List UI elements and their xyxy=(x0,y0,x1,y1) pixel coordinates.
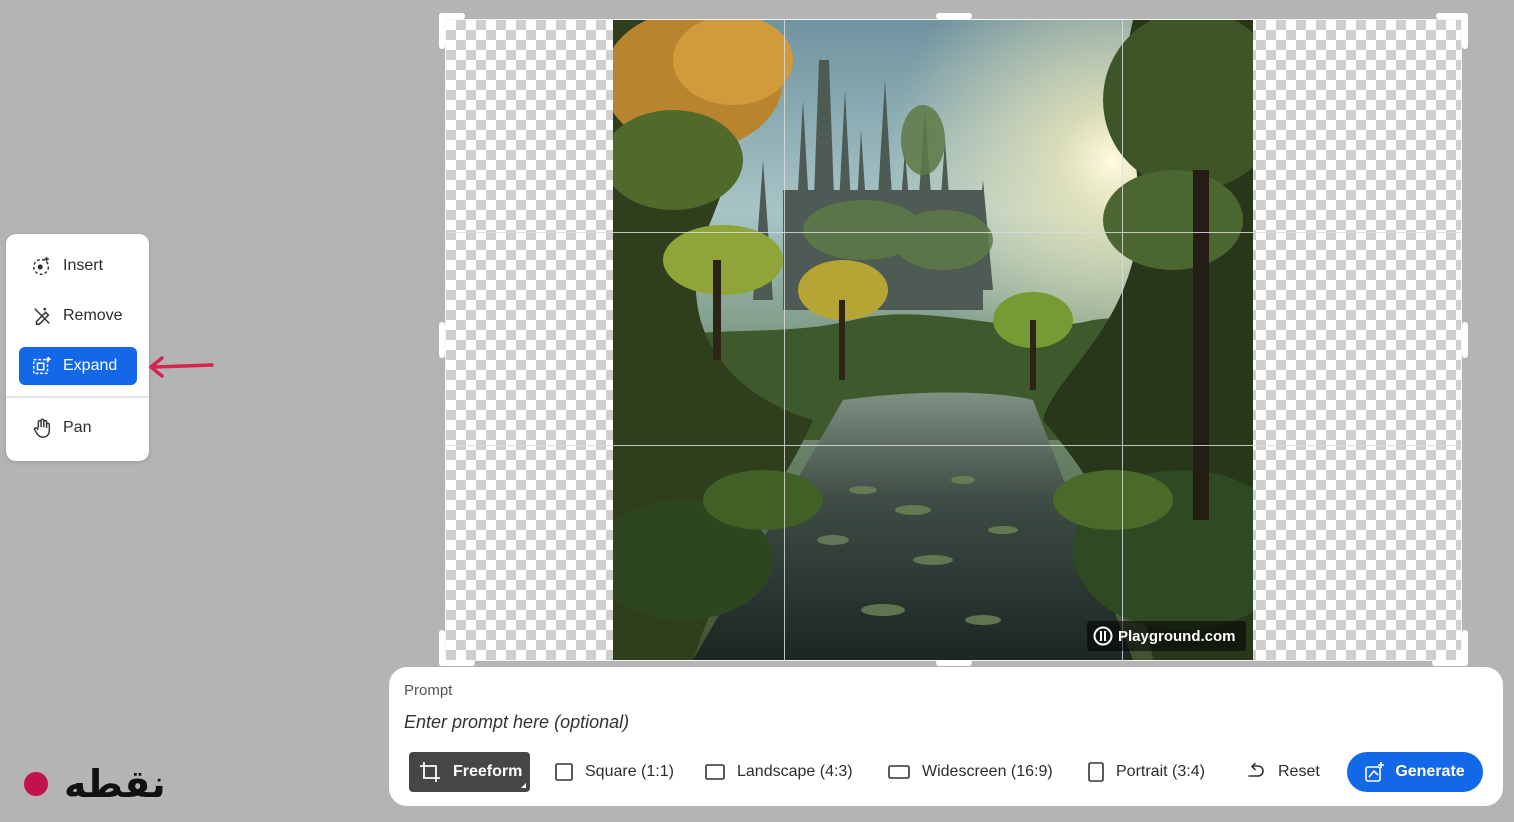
tool-divider xyxy=(6,396,149,398)
prompt-input[interactable] xyxy=(404,709,1304,735)
remove-tool-label: Remove xyxy=(63,307,123,324)
insert-icon xyxy=(33,256,50,275)
freeform-label: Freeform xyxy=(453,763,523,780)
square-option[interactable]: Square (1:1) xyxy=(555,752,674,792)
generate-label: Generate xyxy=(1395,763,1465,780)
widescreen-icon xyxy=(888,765,910,779)
generate-icon xyxy=(1365,762,1385,782)
freeform-option[interactable]: Freeform xyxy=(409,752,530,792)
grid-line-vertical xyxy=(1122,20,1123,660)
portrait-icon xyxy=(1088,762,1104,782)
insert-tool-button[interactable]: Insert xyxy=(19,247,137,285)
pan-tool-button[interactable]: Pan xyxy=(19,409,137,447)
annotation-arrow-icon xyxy=(149,356,214,378)
prompt-label: Prompt xyxy=(404,682,453,699)
grid-line-horizontal xyxy=(446,232,1461,233)
resize-handle-top[interactable] xyxy=(936,13,972,19)
pan-icon xyxy=(33,418,51,438)
expand-tool-label: Expand xyxy=(63,357,118,374)
portrait-label: Portrait (3:4) xyxy=(1116,763,1205,780)
brand-logo: نقطه xyxy=(24,762,166,806)
resize-handle-left[interactable] xyxy=(439,322,445,358)
resize-handle-bottom-left[interactable] xyxy=(439,660,475,666)
generate-button[interactable]: Generate xyxy=(1347,752,1483,792)
insert-tool-label: Insert xyxy=(63,257,104,274)
widescreen-label: Widescreen (16:9) xyxy=(922,763,1053,780)
landscape-icon xyxy=(705,764,725,780)
grid-line-vertical xyxy=(784,20,785,660)
expand-icon xyxy=(33,356,51,375)
pan-tool-label: Pan xyxy=(63,419,92,436)
watermark: Playground.com xyxy=(1087,621,1246,651)
widescreen-option[interactable]: Widescreen (16:9) xyxy=(888,752,1053,792)
brand-dot xyxy=(24,772,48,796)
remove-tool-button[interactable]: Remove xyxy=(19,297,137,335)
square-icon xyxy=(555,763,573,781)
reset-button[interactable]: Reset xyxy=(1246,752,1320,792)
tool-panel: Insert Remove Expand Pan xyxy=(6,234,149,461)
source-image xyxy=(613,20,1253,660)
reset-label: Reset xyxy=(1278,763,1320,780)
portrait-option[interactable]: Portrait (3:4) xyxy=(1088,752,1205,792)
expand-tool-button[interactable]: Expand xyxy=(19,347,137,385)
resize-handle-top-right[interactable] xyxy=(1462,13,1468,49)
remove-icon xyxy=(34,307,50,325)
resize-handle-bottom[interactable] xyxy=(936,660,972,666)
prompt-bar: Prompt Freeform Square (1:1) Landscape (… xyxy=(389,667,1503,806)
square-label: Square (1:1) xyxy=(585,763,674,780)
resize-handle-top-left[interactable] xyxy=(439,13,445,49)
brand-text: نقطه xyxy=(64,762,166,806)
resize-handle-bottom-right[interactable] xyxy=(1432,660,1468,666)
landscape-option[interactable]: Landscape (4:3) xyxy=(705,752,853,792)
reset-icon xyxy=(1248,763,1264,777)
playground-logo-icon xyxy=(1093,626,1113,646)
watermark-text: Playground.com xyxy=(1118,627,1236,645)
landscape-label: Landscape (4:3) xyxy=(737,763,853,780)
grid-line-horizontal xyxy=(446,445,1461,446)
crop-icon xyxy=(420,762,440,782)
resize-handle-right[interactable] xyxy=(1462,322,1468,358)
